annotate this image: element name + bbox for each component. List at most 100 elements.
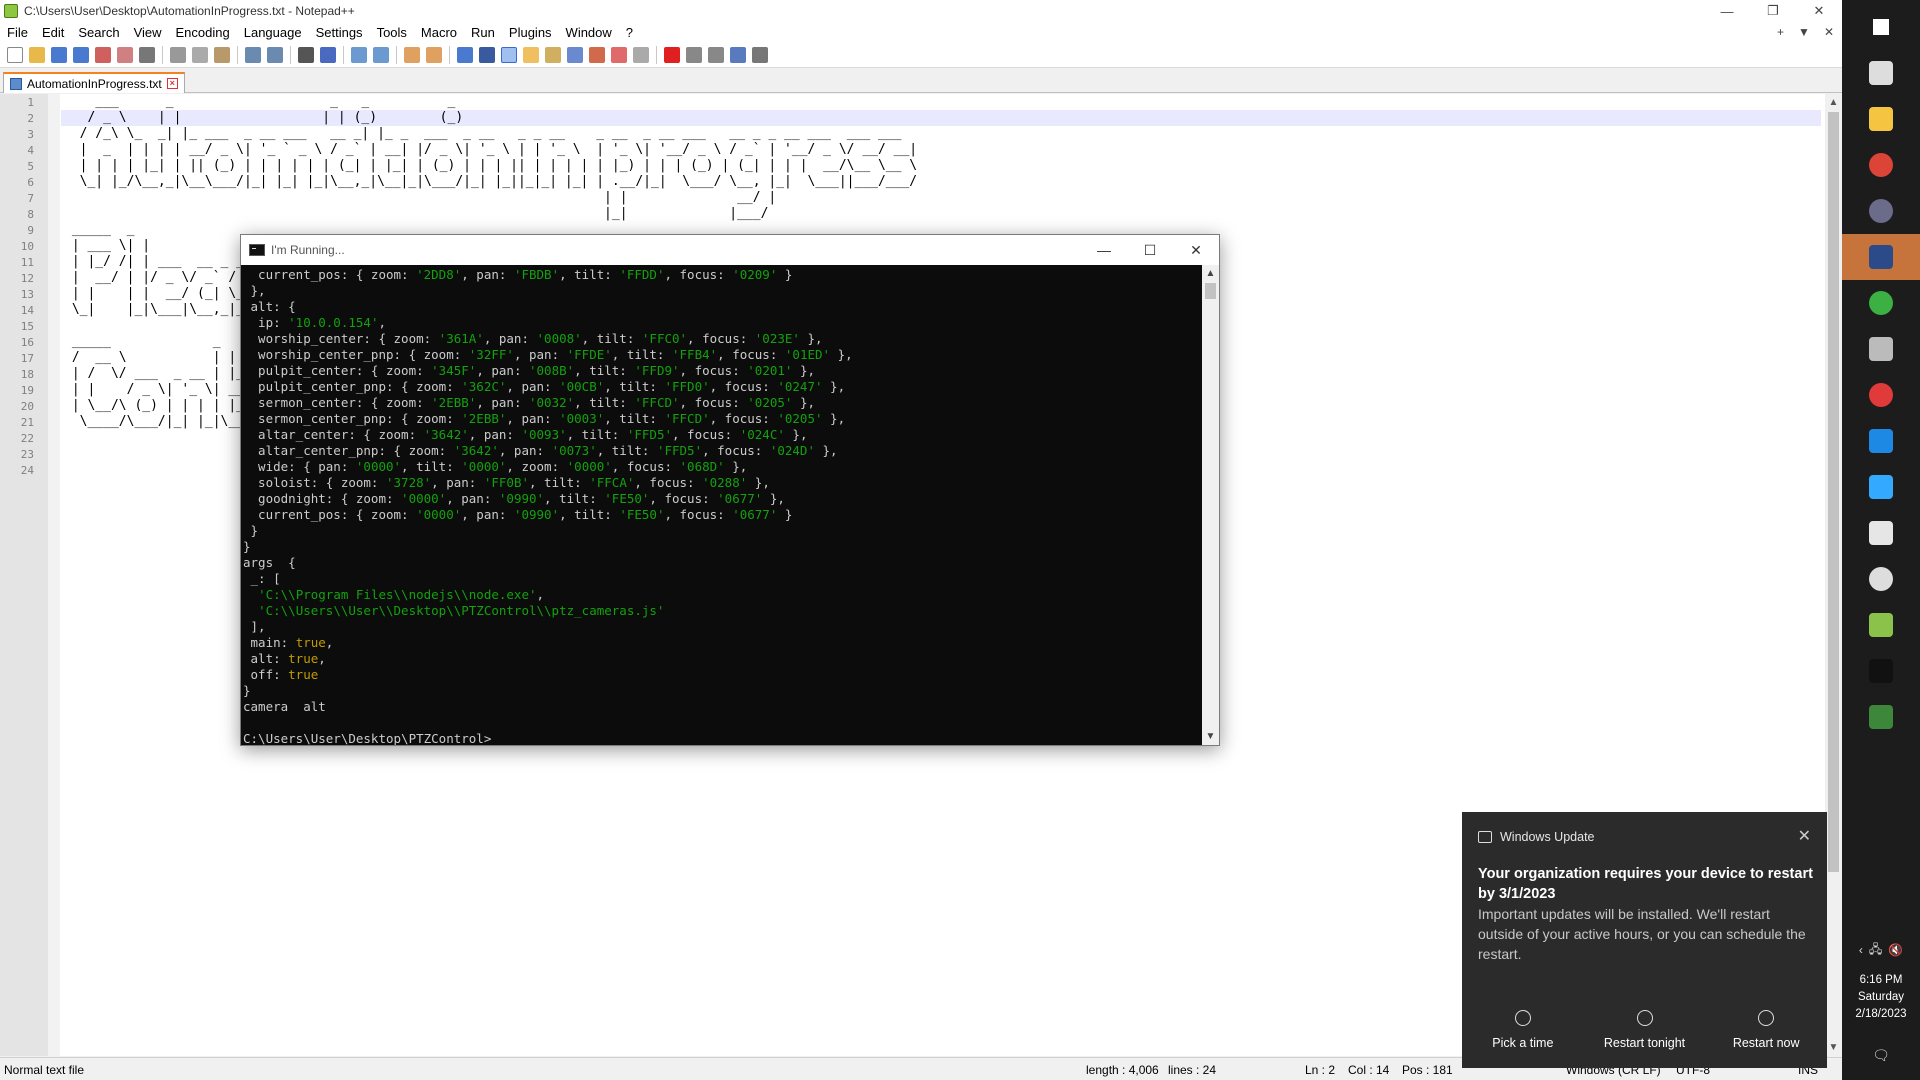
replace-icon[interactable] bbox=[320, 46, 336, 63]
menu-settings[interactable]: Settings bbox=[309, 25, 370, 40]
sync-horizontal-icon[interactable] bbox=[426, 46, 442, 63]
language-icon[interactable] bbox=[523, 46, 539, 63]
close-all-icon[interactable] bbox=[117, 46, 133, 63]
new-file-icon[interactable] bbox=[7, 46, 23, 63]
menu-help[interactable]: ? bbox=[619, 25, 640, 40]
folder-as-workspace-icon[interactable] bbox=[589, 46, 605, 63]
menu-edit[interactable]: Edit bbox=[35, 25, 71, 40]
undo-icon[interactable] bbox=[245, 46, 261, 63]
clock[interactable]: 6:16 PM Saturday 2/18/2023 bbox=[1842, 972, 1920, 1023]
editor-line[interactable]: \_| |_/\__,_|\__\___/|_| |_| |_|\__,_|\_… bbox=[64, 174, 917, 190]
close-document-button[interactable]: ✕ bbox=[1824, 22, 1834, 42]
play-macro-icon[interactable] bbox=[708, 46, 724, 63]
close-tab-icon[interactable]: × bbox=[166, 78, 178, 89]
document-list-icon[interactable] bbox=[611, 46, 627, 63]
show-all-characters-icon[interactable] bbox=[479, 46, 495, 63]
editor-line[interactable]: / __ \ | | (_) bbox=[64, 350, 268, 366]
taskbar-button[interactable] bbox=[1842, 418, 1920, 464]
zoom-in-icon[interactable] bbox=[351, 46, 367, 63]
new-tab-button[interactable]: + bbox=[1777, 22, 1784, 42]
close-button[interactable]: ✕ bbox=[1796, 0, 1842, 22]
record-macro-icon[interactable] bbox=[664, 46, 680, 63]
taskbar-button[interactable] bbox=[1842, 234, 1920, 280]
word-wrap-icon[interactable] bbox=[457, 46, 473, 63]
editor-vertical-scrollbar[interactable]: ▲ ▼ bbox=[1825, 94, 1842, 1056]
taskbar-button[interactable] bbox=[1842, 96, 1920, 142]
taskbar-button[interactable] bbox=[1842, 510, 1920, 556]
menu-run[interactable]: Run bbox=[464, 25, 502, 40]
notification-center-icon[interactable]: 🗨 bbox=[1842, 1040, 1920, 1070]
open-file-icon[interactable] bbox=[29, 46, 45, 63]
taskbar-button[interactable] bbox=[1842, 556, 1920, 602]
taskbar-button[interactable] bbox=[1842, 50, 1920, 96]
console-scrollbar[interactable]: ▲ ▼ bbox=[1202, 265, 1219, 745]
notification-close-button[interactable]: ✕ bbox=[1798, 826, 1811, 846]
sync-vertical-icon[interactable] bbox=[404, 46, 420, 63]
menu-tools[interactable]: Tools bbox=[370, 25, 414, 40]
scroll-up-icon[interactable]: ▲ bbox=[1202, 265, 1219, 282]
save-icon[interactable] bbox=[51, 46, 67, 63]
taskbar-button[interactable] bbox=[1842, 142, 1920, 188]
taskbar-button[interactable] bbox=[1842, 602, 1920, 648]
save-macro-icon[interactable] bbox=[752, 46, 768, 63]
scroll-thumb[interactable] bbox=[1828, 112, 1839, 872]
restart-tonight-button[interactable]: Restart tonight bbox=[1584, 992, 1706, 1068]
cut-icon[interactable] bbox=[170, 46, 186, 63]
pick-a-time-button[interactable]: Pick a time bbox=[1462, 992, 1584, 1068]
taskbar-button[interactable] bbox=[1842, 464, 1920, 510]
taskbar-button[interactable] bbox=[1842, 694, 1920, 740]
document-map-icon[interactable] bbox=[545, 46, 561, 63]
editor-line[interactable]: _____ _ bbox=[64, 222, 135, 238]
maximize-button[interactable]: ❐ bbox=[1750, 0, 1796, 22]
editor-line[interactable]: _____ _ _ bbox=[64, 334, 252, 350]
editor-line[interactable]: |_| |___/ bbox=[64, 206, 768, 222]
taskbar-button[interactable] bbox=[1842, 648, 1920, 694]
editor-line[interactable]: ___ _ _ _ _ bbox=[64, 94, 455, 110]
editor-line[interactable]: / _ \ | | | | (_) (_) bbox=[64, 110, 463, 126]
scroll-up-icon[interactable]: ▲ bbox=[1825, 94, 1842, 111]
volume-muted-icon[interactable]: 🔇 bbox=[1888, 943, 1903, 957]
editor-line[interactable]: | | __/ | bbox=[64, 190, 776, 206]
minimize-button[interactable]: — bbox=[1704, 0, 1750, 22]
menu-language[interactable]: Language bbox=[237, 25, 309, 40]
stop-macro-icon[interactable] bbox=[686, 46, 702, 63]
network-icon[interactable]: 🖧 bbox=[1869, 940, 1882, 961]
taskbar-button[interactable] bbox=[1842, 188, 1920, 234]
copy-icon[interactable] bbox=[192, 46, 208, 63]
console-close-button[interactable]: ✕ bbox=[1173, 235, 1219, 265]
editor-line[interactable]: | | | | |_| | || (_) | | | | | | (_| | |… bbox=[64, 158, 917, 174]
menu-window[interactable]: Window bbox=[559, 25, 619, 40]
menu-view[interactable]: View bbox=[127, 25, 169, 40]
editor-line[interactable]: | ___ \| | bbox=[64, 238, 150, 254]
menu-search[interactable]: Search bbox=[71, 25, 126, 40]
console-output[interactable]: current_pos: { zoom: '2DD8', pan: 'FBDB'… bbox=[241, 265, 1203, 745]
indent-guide-icon[interactable] bbox=[501, 46, 517, 63]
monitoring-icon[interactable] bbox=[633, 46, 649, 63]
editor-line[interactable]: / /_\ \_ _| |_ ___ _ __ ___ __ _| |_ _ _… bbox=[64, 126, 902, 142]
taskbar-button[interactable] bbox=[1842, 280, 1920, 326]
menu-encoding[interactable]: Encoding bbox=[169, 25, 237, 40]
taskbar-button[interactable] bbox=[1842, 326, 1920, 372]
restart-now-button[interactable]: Restart now bbox=[1705, 992, 1827, 1068]
close-file-icon[interactable] bbox=[95, 46, 111, 63]
find-icon[interactable] bbox=[298, 46, 314, 63]
redo-icon[interactable] bbox=[267, 46, 283, 63]
menu-macro[interactable]: Macro bbox=[414, 25, 464, 40]
menu-plugins[interactable]: Plugins bbox=[502, 25, 559, 40]
show-hidden-icons-icon[interactable]: ‹ bbox=[1859, 943, 1863, 957]
run-macro-multiple-icon[interactable] bbox=[730, 46, 746, 63]
scroll-down-icon[interactable]: ▼ bbox=[1825, 1039, 1842, 1056]
taskbar-button[interactable] bbox=[1842, 4, 1920, 50]
function-list-icon[interactable] bbox=[567, 46, 583, 63]
paste-icon[interactable] bbox=[214, 46, 230, 63]
tab-list-button[interactable]: ▼ bbox=[1798, 22, 1810, 42]
print-icon[interactable] bbox=[139, 46, 155, 63]
console-maximize-button[interactable]: ☐ bbox=[1127, 235, 1173, 265]
editor-line[interactable]: | _ | | | | __/ _ \| '_ ` _ \ / _` | __|… bbox=[64, 142, 917, 158]
scroll-thumb[interactable] bbox=[1205, 283, 1216, 299]
save-all-icon[interactable] bbox=[73, 46, 89, 63]
tab-automation-in-progress[interactable]: AutomationInProgress.txt × bbox=[3, 72, 185, 93]
menu-file[interactable]: File bbox=[0, 25, 35, 40]
taskbar-button[interactable] bbox=[1842, 372, 1920, 418]
zoom-out-icon[interactable] bbox=[373, 46, 389, 63]
